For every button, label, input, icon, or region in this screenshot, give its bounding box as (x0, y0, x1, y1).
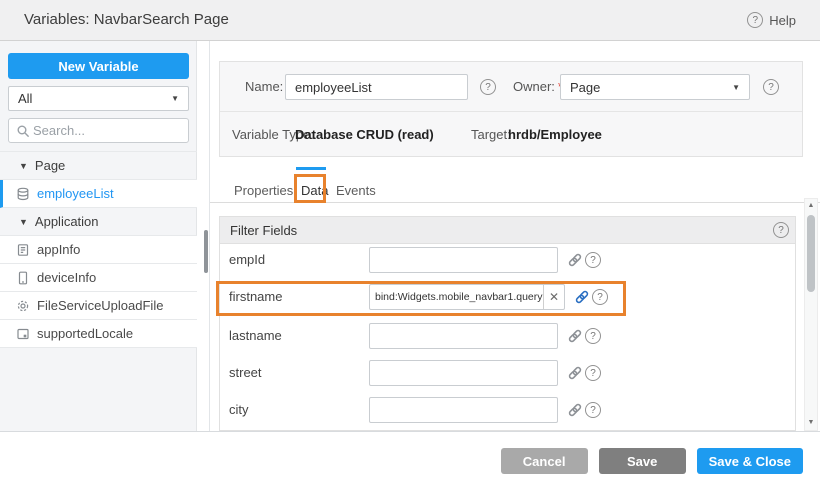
field-label: firstname (229, 284, 282, 310)
search-icon (16, 124, 30, 138)
field-label: empId (229, 247, 265, 273)
field-help-icon[interactable]: ? (585, 365, 601, 381)
scroll-up-arrow-icon[interactable]: ▲ (805, 200, 817, 212)
app-info-icon (16, 243, 30, 257)
empid-input[interactable] (369, 247, 558, 273)
chevron-down-icon: ▼ (732, 83, 740, 92)
tree-item-appinfo[interactable]: appInfo (0, 236, 197, 264)
filter-row-firstname: firstname bind:Widgets.mobile_navbar1.qu… (220, 284, 795, 310)
name-owner-row: Name:* ? Owner:* Page ▼ ? (220, 62, 802, 111)
tree-item-label: employeeList (37, 186, 114, 201)
sidebar-scrollbar-thumb[interactable] (204, 230, 208, 273)
type-target-row: Variable Type: Database CRUD (read) Targ… (220, 112, 802, 158)
filter-row-empid: empId ? (220, 247, 795, 273)
field-help-icon[interactable]: ? (585, 328, 601, 344)
scroll-down-arrow-icon[interactable]: ▼ (805, 417, 817, 429)
filter-row-street: street ? (220, 360, 795, 386)
dialog-header: Variables: NavbarSearch Page ? Help (0, 0, 820, 41)
help-button[interactable]: ? Help (747, 0, 796, 40)
chevron-down-icon: ▼ (19, 161, 28, 171)
filter-row-lastname: lastname ? (220, 323, 795, 349)
field-help-icon[interactable]: ? (592, 289, 608, 305)
tab-events[interactable]: Events (336, 180, 376, 202)
target-value: hrdb/Employee (508, 112, 602, 158)
target-label: Target: (471, 112, 511, 158)
firstname-bind-input[interactable]: bind:Widgets.mobile_navbar1.query ✕ (369, 284, 565, 310)
filter-fields-help-icon[interactable]: ? (773, 222, 789, 238)
filter-fields-title: Filter Fields (230, 217, 297, 244)
bind-link-icon[interactable] (567, 365, 583, 381)
bind-link-icon[interactable] (567, 252, 583, 268)
owner-select[interactable]: Page ▼ (560, 74, 750, 100)
tree-group-page[interactable]: ▼ Page (0, 152, 197, 180)
filter-fields-header: Filter Fields ? (220, 217, 795, 244)
lastname-input[interactable] (369, 323, 558, 349)
name-help-icon[interactable]: ? (480, 79, 496, 95)
database-icon (16, 187, 30, 201)
tree-item-label: deviceInfo (37, 270, 96, 285)
search-input[interactable] (33, 119, 183, 142)
tree-item-employeelist[interactable]: employeeList (0, 180, 197, 208)
chevron-down-icon: ▼ (171, 94, 179, 103)
tree-item-label: supportedLocale (37, 326, 133, 341)
help-icon: ? (747, 12, 763, 28)
tree-item-supportedlocale[interactable]: supportedLocale (0, 320, 197, 348)
tree-group-label: Application (35, 214, 99, 229)
variable-detail-panel: Name:* ? Owner:* Page ▼ ? Variable Type:… (209, 41, 820, 431)
variables-tree: ▼ Page employeeList ▼ Application (0, 151, 197, 348)
filter-fields-panel: Filter Fields ? empId ? firstname bind:W… (219, 216, 796, 431)
field-help-icon[interactable]: ? (585, 402, 601, 418)
variable-type-value: Database CRUD (read) (295, 112, 434, 158)
bind-expression: bind:Widgets.mobile_navbar1.query (370, 285, 543, 309)
field-help-icon[interactable]: ? (585, 252, 601, 268)
tab-properties[interactable]: Properties (234, 180, 293, 202)
save-and-close-button[interactable]: Save & Close (697, 448, 803, 474)
content-scrollbar[interactable]: ▲ ▼ (804, 198, 818, 431)
bind-link-icon[interactable] (567, 402, 583, 418)
tree-item-fileserviceuploadfile[interactable]: FileServiceUploadFile (0, 292, 197, 320)
field-label: city (229, 397, 249, 423)
tree-item-deviceinfo[interactable]: deviceInfo (0, 264, 197, 292)
variable-summary-panel: Name:* ? Owner:* Page ▼ ? Variable Type:… (219, 61, 803, 157)
content-scrollbar-thumb[interactable] (807, 215, 815, 292)
street-input[interactable] (369, 360, 558, 386)
device-info-icon (16, 271, 30, 285)
variables-sidebar: New Variable All ▼ ▼ Page employee (0, 41, 197, 431)
owner-label: Owner:* (513, 62, 563, 111)
tab-bar-border (210, 202, 820, 203)
variables-dialog: Variables: NavbarSearch Page ? Help New … (0, 0, 820, 490)
bind-link-icon-active[interactable] (574, 289, 590, 305)
filter-row-city: city ? (220, 397, 795, 423)
field-label: lastname (229, 323, 282, 349)
clear-binding-icon[interactable]: ✕ (543, 285, 564, 309)
tree-item-label: FileServiceUploadFile (37, 298, 163, 313)
field-label: street (229, 360, 262, 386)
tree-item-label: appInfo (37, 242, 80, 257)
name-input[interactable] (285, 74, 468, 100)
tree-group-application[interactable]: ▼ Application (0, 208, 197, 236)
locale-icon (16, 327, 30, 341)
tree-group-label: Page (35, 158, 65, 173)
help-label: Help (769, 13, 796, 28)
dialog-footer: Cancel Save Save & Close (0, 431, 820, 490)
tab-data[interactable]: Data (301, 180, 328, 202)
variable-type-filter-select[interactable]: All ▼ (8, 86, 189, 111)
city-input[interactable] (369, 397, 558, 423)
active-tab-indicator (296, 167, 326, 170)
save-button[interactable]: Save (599, 448, 686, 474)
bind-link-icon[interactable] (567, 328, 583, 344)
chevron-down-icon: ▼ (19, 217, 28, 227)
service-icon (16, 299, 30, 313)
owner-help-icon[interactable]: ? (763, 79, 779, 95)
page-title: Variables: NavbarSearch Page (24, 0, 229, 40)
owner-select-value: Page (570, 80, 600, 95)
new-variable-button[interactable]: New Variable (8, 53, 189, 79)
cancel-button[interactable]: Cancel (501, 448, 588, 474)
variable-type-filter-value: All (18, 91, 32, 106)
sidebar-search (8, 118, 189, 143)
